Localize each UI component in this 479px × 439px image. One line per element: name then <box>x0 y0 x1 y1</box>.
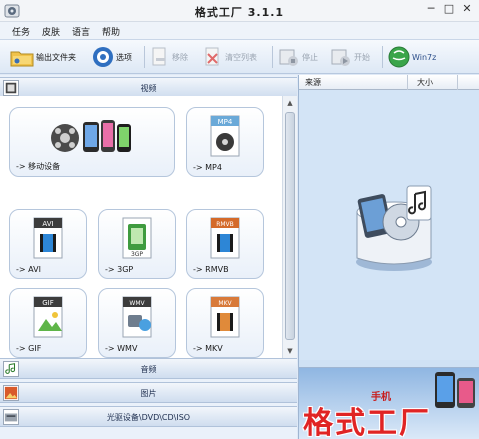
avi-badge: AVI <box>42 220 53 228</box>
options-gear-icon <box>93 47 113 67</box>
window-title: 格式工厂 3.1.1 <box>194 6 285 19</box>
category-rom-device[interactable]: 光驱设备\DVD\CD\ISO <box>0 406 297 427</box>
gif-file-icon: GIF <box>33 296 63 338</box>
toolbar-divider <box>144 46 145 68</box>
category-image[interactable]: 图片 <box>0 382 297 403</box>
remove-label: 移除 <box>172 52 188 62</box>
mp4-file-icon: MP4 <box>210 115 240 157</box>
stop-button[interactable]: 停止 <box>278 44 318 70</box>
column-divider[interactable] <box>457 75 458 90</box>
tile-3gp[interactable]: 3GP -> 3GP <box>98 209 176 279</box>
category-rom-device-label: 光驱设备\DVD\CD\ISO <box>106 413 191 422</box>
mobile-device-icon <box>51 120 131 152</box>
scroll-up-arrow[interactable]: ▲ <box>283 96 297 110</box>
category-video[interactable]: 视频 <box>0 77 297 98</box>
promo-banner[interactable]: 手机 格式工厂 <box>299 367 479 439</box>
tile-mkv-label: -> MKV <box>193 344 223 353</box>
remove-icon <box>152 47 166 66</box>
start-label: 开始 <box>354 52 370 62</box>
win7-button[interactable]: Win7z <box>388 44 436 70</box>
clear-list-icon <box>205 47 219 66</box>
wmv-file-icon: WMV <box>122 296 152 338</box>
rmvb-badge: RMVB <box>216 221 234 228</box>
mkv-badge: MKV <box>218 300 232 307</box>
start-button[interactable]: 开始 <box>330 44 370 70</box>
maximize-button[interactable]: □ <box>441 1 457 17</box>
tile-wmv[interactable]: WMV -> WMV <box>98 288 176 358</box>
category-video-label: 视频 <box>140 84 157 93</box>
tile-mp4[interactable]: MP4 -> MP4 <box>186 107 264 177</box>
column-divider[interactable] <box>407 75 408 90</box>
format-factory-logo-icon <box>356 185 432 271</box>
clear-list-label: 清空列表 <box>225 52 257 62</box>
gif-badge: GIF <box>42 299 54 307</box>
output-folder-label: 输出文件夹 <box>36 52 76 62</box>
stop-icon <box>279 49 298 66</box>
category-audio-label: 音频 <box>140 365 157 374</box>
win7-globe-icon <box>388 46 410 68</box>
format-grid: -> 移动设备 MP4 -> MP4 AVI -> AVI 3GP -> 3GP… <box>0 96 282 358</box>
output-folder-button[interactable]: 输出文件夹 <box>10 44 76 70</box>
minimize-button[interactable]: ─ <box>423 1 439 17</box>
folder-icon <box>10 51 34 67</box>
menu-task[interactable]: 任务 <box>12 25 30 38</box>
menu-bar: 任务 皮肤 语言 帮助 <box>0 22 479 40</box>
app-window: 格式工厂 3.1.1 ─ □ ✕ 任务 皮肤 语言 帮助 输出文件夹 选项 移除… <box>0 0 479 439</box>
mp4-badge: MP4 <box>218 118 233 126</box>
scroll-thumb[interactable] <box>285 112 295 340</box>
3gp-file-icon: 3GP <box>122 217 152 259</box>
menu-skin[interactable]: 皮肤 <box>42 25 60 38</box>
mkv-file-icon: MKV <box>210 296 240 338</box>
remove-button[interactable]: 移除 <box>150 44 188 70</box>
tile-gif-label: -> GIF <box>16 344 42 353</box>
tile-mobile-device-label: -> 移动设备 <box>16 162 61 171</box>
toolbar-divider <box>272 46 273 68</box>
options-label: 选项 <box>116 52 132 62</box>
wmv-badge: WMV <box>129 300 145 307</box>
tile-avi-label: -> AVI <box>16 265 41 274</box>
options-button[interactable]: 选项 <box>92 44 132 70</box>
tile-mkv[interactable]: MKV -> MKV <box>186 288 264 358</box>
category-image-label: 图片 <box>140 389 157 398</box>
3gp-badge: 3GP <box>131 251 143 258</box>
close-button[interactable]: ✕ <box>459 1 475 17</box>
toolbar-divider <box>382 46 383 68</box>
stop-label: 停止 <box>302 52 318 62</box>
task-panel: 来源 大小 手机 格式工厂 <box>298 75 479 439</box>
tile-3gp-label: -> 3GP <box>105 265 134 274</box>
tile-avi[interactable]: AVI -> AVI <box>9 209 87 279</box>
start-icon <box>331 49 350 66</box>
title-bar: 格式工厂 3.1.1 ─ □ ✕ <box>0 0 479 22</box>
clear-list-button[interactable]: 清空列表 <box>203 44 257 70</box>
format-grid-scrollbar[interactable]: ▲ ▼ <box>282 96 297 358</box>
column-size[interactable]: 大小 <box>417 77 433 88</box>
tile-wmv-label: -> WMV <box>105 344 138 353</box>
tile-gif[interactable]: GIF -> GIF <box>9 288 87 358</box>
menu-language[interactable]: 语言 <box>72 25 90 38</box>
tile-rmvb-label: -> RMVB <box>193 265 229 274</box>
phone-graphic-icon <box>435 372 475 408</box>
banner-title: 格式工厂 <box>303 406 431 439</box>
column-source[interactable]: 来源 <box>305 77 321 88</box>
win7-label: Win7z <box>412 52 437 62</box>
scroll-down-arrow[interactable]: ▼ <box>283 344 297 358</box>
rmvb-file-icon: RMVB <box>210 217 240 259</box>
toolbar: 输出文件夹 选项 移除 清空列表 停止 开始 Win7z <box>0 40 479 74</box>
menu-help[interactable]: 帮助 <box>102 25 120 38</box>
avi-file-icon: AVI <box>33 217 63 259</box>
tile-mobile-device[interactable]: -> 移动设备 <box>9 107 175 177</box>
task-list-header: 来源 大小 <box>299 75 479 90</box>
tile-mp4-label: -> MP4 <box>193 163 222 172</box>
tile-rmvb[interactable]: RMVB -> RMVB <box>186 209 264 279</box>
task-list[interactable] <box>299 90 479 360</box>
category-audio[interactable]: 音频 <box>0 358 297 379</box>
